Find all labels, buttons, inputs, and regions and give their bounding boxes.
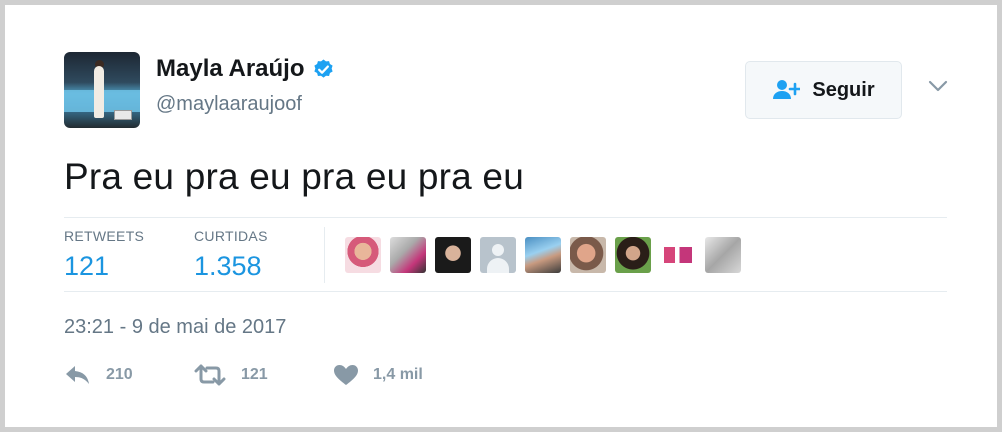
follow-button-label: Seguir	[812, 78, 875, 101]
heart-icon	[334, 365, 358, 385]
liker-avatars	[345, 237, 741, 273]
divider	[64, 291, 947, 292]
follow-button[interactable]: Seguir	[745, 61, 902, 119]
likes-label: CURTIDAS	[194, 228, 268, 244]
liker-avatar[interactable]	[480, 237, 516, 273]
likes-stat[interactable]: CURTIDAS 1.358	[194, 228, 268, 283]
liker-avatar[interactable]	[345, 237, 381, 273]
verified-icon	[313, 58, 333, 78]
tweet-timestamp[interactable]: 23:21 - 9 de mai de 2017	[64, 314, 286, 340]
author-name-row[interactable]: Mayla Araújo	[156, 54, 335, 84]
stats-divider	[324, 227, 325, 283]
retweet-icon	[194, 364, 226, 386]
retweets-label: RETWEETS	[64, 228, 145, 244]
liker-avatar[interactable]	[660, 237, 696, 273]
liker-avatar[interactable]	[705, 237, 741, 273]
reply-button[interactable]: 210	[64, 364, 193, 386]
divider	[64, 217, 947, 218]
tweet-actions: 210 121 1,4 mil	[64, 364, 423, 386]
follow-user-icon	[773, 80, 801, 99]
reply-icon	[66, 366, 89, 384]
retweet-count: 121	[241, 366, 268, 383]
like-button[interactable]: 1,4 mil	[333, 364, 423, 386]
author-handle[interactable]: @maylaaraujoof	[156, 92, 302, 116]
like-count: 1,4 mil	[373, 366, 423, 383]
chevron-down-icon[interactable]	[927, 77, 949, 95]
liker-avatar[interactable]	[390, 237, 426, 273]
tweet-text: Pra eu pra eu pra eu pra eu	[64, 156, 524, 197]
retweet-button[interactable]: 121	[193, 364, 333, 386]
liker-avatar[interactable]	[570, 237, 606, 273]
reply-count: 210	[106, 366, 133, 383]
avatar[interactable]	[64, 52, 140, 128]
retweets-value: 121	[64, 251, 110, 281]
liker-avatar[interactable]	[435, 237, 471, 273]
retweets-stat[interactable]: RETWEETS 121	[64, 228, 144, 283]
author-name[interactable]: Mayla Araújo	[156, 54, 305, 84]
liker-avatar[interactable]	[615, 237, 651, 273]
likes-value: 1.358	[194, 251, 262, 281]
liker-avatar[interactable]	[525, 237, 561, 273]
tweet-card: Mayla Araújo @maylaaraujoof Seguir Pra e…	[0, 0, 1002, 432]
